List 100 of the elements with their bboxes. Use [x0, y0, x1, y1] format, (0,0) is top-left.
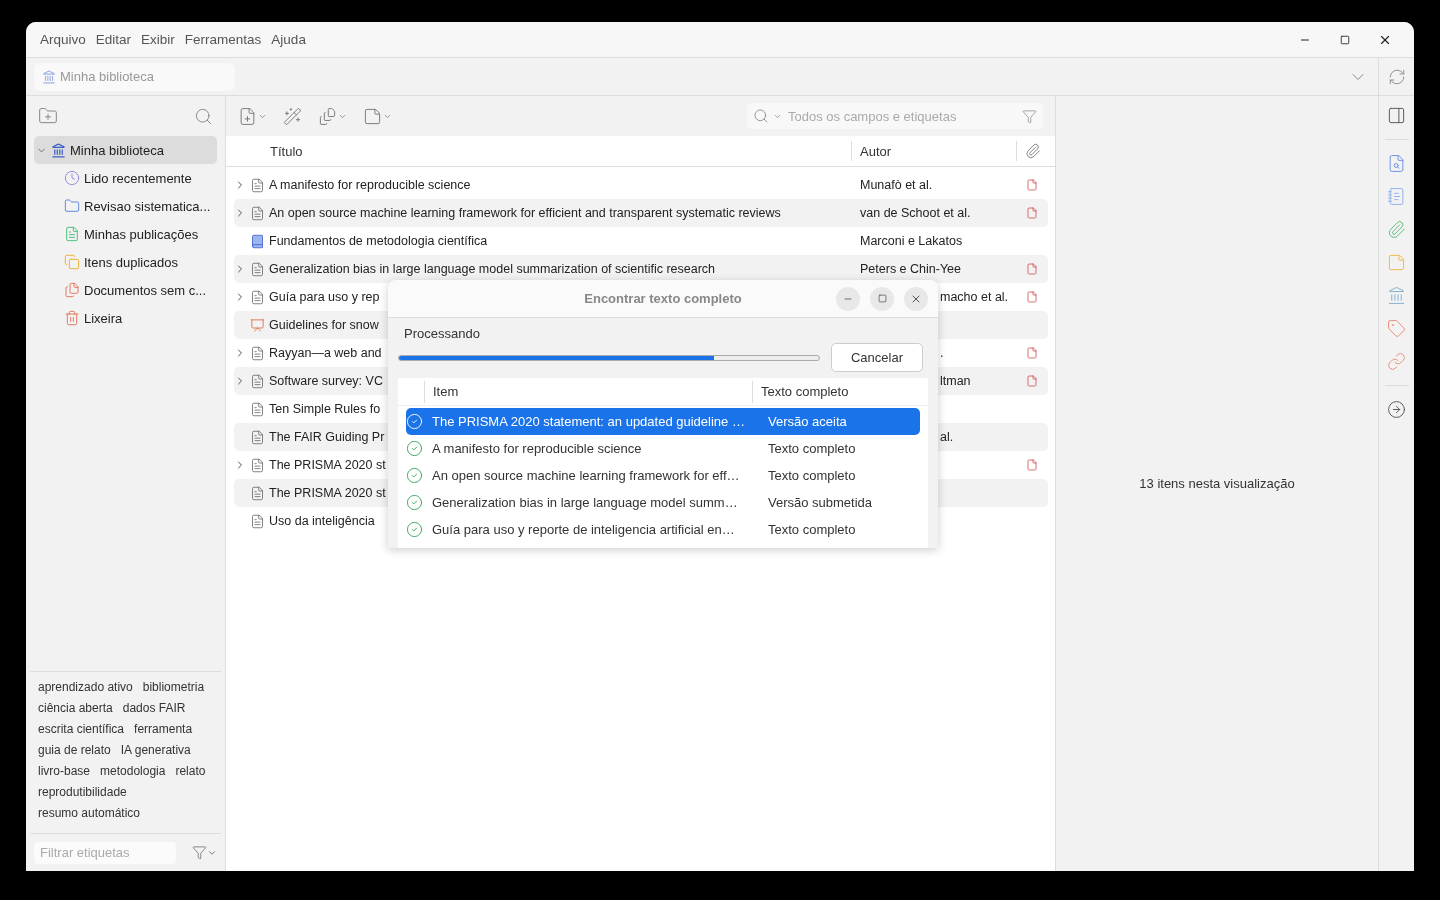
pdf-icon[interactable] — [1026, 179, 1038, 191]
pdf-icon[interactable] — [1026, 459, 1038, 471]
result-row[interactable]: The PRISMA 2020 statement: an updated guideline … Versão aceita — [406, 408, 920, 435]
search-bar[interactable]: Todos os campos e etiquetas — [747, 103, 1043, 129]
abstract-icon[interactable] — [1387, 187, 1406, 206]
document-icon — [250, 485, 265, 501]
close-button[interactable] — [904, 286, 928, 311]
folder-icon — [64, 198, 80, 214]
tag[interactable]: resumo automático — [38, 806, 141, 821]
tag[interactable]: ferramenta — [134, 722, 193, 737]
tag[interactable]: aprendizado ativo — [38, 680, 133, 695]
result-row[interactable]: Guía para uso y reporte de inteligencia artificial en… Texto completo — [406, 516, 920, 543]
tag-icon[interactable] — [1387, 319, 1406, 338]
status-text: Processando — [404, 326, 481, 341]
document-icon — [250, 345, 265, 361]
documents-icon — [64, 282, 80, 298]
menu-item[interactable]: Editar — [95, 30, 132, 49]
item-count-text: 13 itens nesta visualização — [1139, 476, 1295, 491]
result-row[interactable]: A manifesto for reproducible science Texto completo — [406, 435, 920, 462]
maximize-button[interactable] — [870, 286, 894, 311]
tag-filter-field[interactable]: Filtrar etiquetas — [34, 841, 176, 864]
result-row[interactable]: An open source machine learning framework for eff… Texto completo — [406, 462, 920, 489]
author-cell: van de Schoot et al. — [860, 206, 971, 220]
tag[interactable]: metodologia — [100, 764, 166, 779]
search-field[interactable]: Todos os campos e etiquetas — [786, 107, 1018, 125]
tag[interactable]: ciência aberta — [38, 701, 113, 716]
menu-item[interactable]: Ajuda — [271, 30, 306, 49]
search-icon — [753, 108, 769, 124]
maximize-icon — [877, 294, 887, 303]
dialog-title: Encontrar texto completo — [584, 291, 742, 306]
sync-icon[interactable] — [1387, 67, 1406, 86]
add-document-icon — [238, 106, 257, 126]
tree-item[interactable]: Itens duplicados — [34, 248, 217, 276]
magic-wand-button[interactable] — [283, 106, 302, 126]
pdf-icon[interactable] — [1026, 207, 1038, 219]
menu-item[interactable]: Exibir — [141, 30, 175, 49]
column-header[interactable]: Texto completo — [752, 380, 928, 403]
document-icon — [250, 373, 265, 389]
tag[interactable]: dados FAIR — [122, 701, 186, 716]
magic-wand-icon — [283, 106, 302, 126]
tag-filter-button[interactable] — [192, 845, 217, 860]
column-header[interactable]: Título — [226, 141, 852, 161]
minimize-button[interactable] — [836, 286, 860, 311]
tag[interactable]: bibliometria — [142, 680, 205, 695]
document-icon — [250, 289, 265, 305]
paperclip-icon[interactable] — [1387, 220, 1406, 239]
pdf-icon[interactable] — [1026, 263, 1038, 275]
cancel-button[interactable]: Cancelar — [831, 343, 923, 372]
tree-item[interactable]: Minha biblioteca — [34, 136, 217, 164]
new-note-button[interactable] — [363, 106, 392, 126]
info-document-icon[interactable] — [1387, 154, 1406, 173]
new-collection-button[interactable] — [38, 106, 58, 126]
title-cell: The FAIR Guiding Pr — [269, 430, 385, 444]
pdf-icon[interactable] — [1026, 347, 1038, 359]
book-icon — [250, 233, 265, 249]
library-icon[interactable] — [1387, 286, 1406, 305]
document-icon — [250, 401, 265, 417]
tree-item[interactable]: Revisao sistematica... — [34, 192, 217, 220]
tree-item[interactable]: Lixeira — [34, 304, 217, 332]
panel-icon[interactable] — [1387, 106, 1406, 125]
author-cell: Peters e Chin-Yee — [860, 262, 961, 276]
check-icon — [406, 440, 423, 457]
tag[interactable]: livro-base — [38, 764, 91, 779]
pdf-icon[interactable] — [1026, 291, 1038, 303]
menu-item[interactable]: Arquivo — [40, 30, 86, 49]
tag[interactable]: IA generativa — [120, 743, 191, 758]
result-row[interactable]: Generalization bias in large language model summ… Versão submetida — [406, 489, 920, 516]
title-cell: Fundamentos de metodologia científica — [269, 234, 488, 248]
filter-icon — [192, 845, 207, 860]
tree-item[interactable]: Lido recentemente — [34, 164, 217, 192]
check-icon — [406, 494, 423, 511]
tag[interactable]: relato — [175, 764, 206, 779]
library-icon — [51, 142, 66, 158]
author-cell: . — [940, 346, 944, 360]
menu-item[interactable]: Ferramentas — [184, 30, 262, 49]
check-icon — [406, 467, 423, 484]
column-header[interactable]: Item — [424, 380, 752, 403]
library-icon — [42, 69, 56, 84]
tree-item[interactable]: Minhas publicações — [34, 220, 217, 248]
search-button[interactable] — [194, 106, 213, 126]
tag[interactable]: escrita científica — [38, 722, 125, 737]
tree-item[interactable]: Documentos sem c... — [34, 276, 217, 304]
link-icon[interactable] — [1387, 352, 1406, 371]
column-header[interactable]: Autor — [852, 141, 1017, 161]
author-cell: Munafò et al. — [860, 178, 933, 192]
tag[interactable]: reprodutibilidade — [38, 785, 127, 800]
title-cell: An open source machine learning framework for efficient and transparent systematic reviews — [269, 206, 781, 220]
tag[interactable]: guia de relato — [38, 743, 111, 758]
title-cell: Software survey: VC — [269, 374, 383, 388]
tree-label: Minha biblioteca — [70, 142, 164, 158]
add-attachment-button[interactable] — [318, 106, 347, 126]
new-item-button[interactable] — [238, 106, 267, 126]
note-icon[interactable] — [1387, 253, 1406, 272]
document-icon — [250, 457, 265, 473]
paperclip-icon[interactable] — [1025, 143, 1041, 159]
title-cell: The PRISMA 2020 st — [269, 486, 386, 500]
locate-icon[interactable] — [1387, 400, 1406, 419]
maximize-icon — [1340, 34, 1350, 45]
pdf-icon[interactable] — [1026, 375, 1038, 387]
title-cell: Uso da inteligência — [269, 514, 375, 528]
